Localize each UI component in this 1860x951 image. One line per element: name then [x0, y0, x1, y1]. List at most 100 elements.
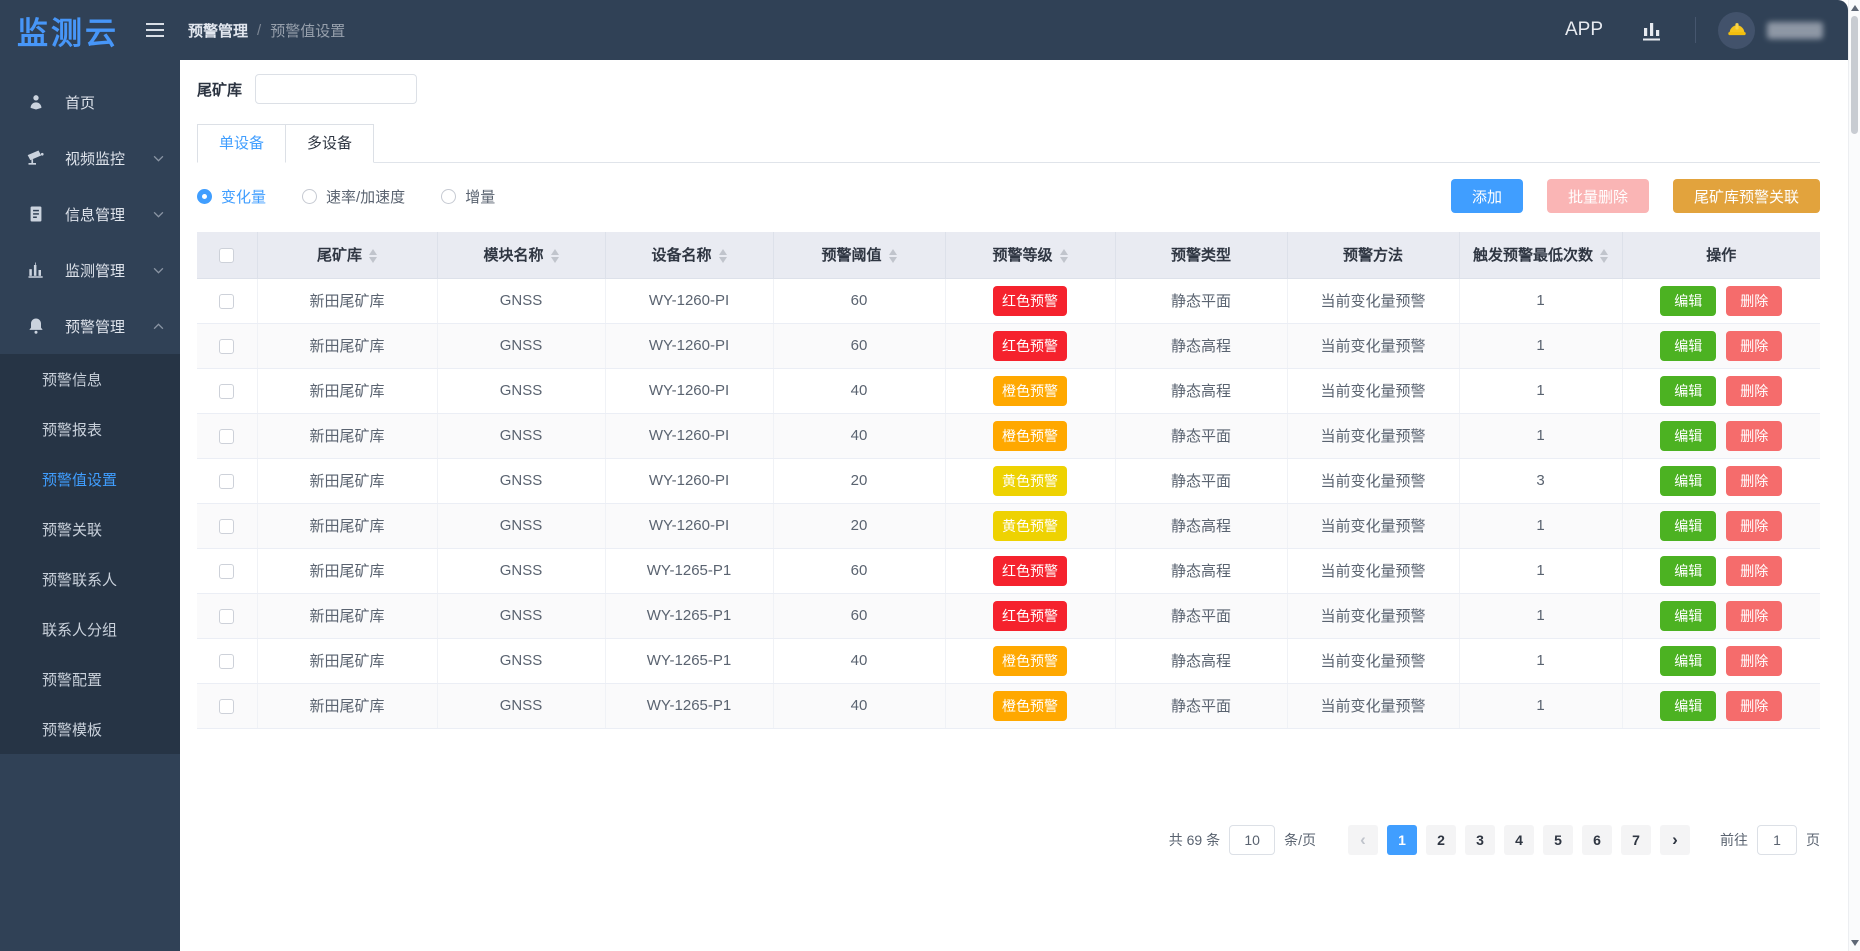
row-checkbox[interactable]	[219, 519, 234, 534]
username-redacted[interactable]	[1767, 22, 1823, 39]
submenu-item-contact-groups[interactable]: 联系人分组	[0, 604, 180, 654]
warning-type-cell: 静态高程	[1115, 368, 1287, 413]
scroll-up-icon[interactable]	[1851, 5, 1859, 11]
submenu-item-warning-contacts[interactable]: 预警联系人	[0, 554, 180, 604]
col-header-warning-level[interactable]: 预警等级	[945, 232, 1115, 278]
submenu-item-label: 预警模板	[42, 719, 102, 740]
radio-rate-acceleration[interactable]: 速率/加速度	[302, 186, 405, 207]
col-header-min-trigger-count[interactable]: 触发预警最低次数	[1459, 232, 1622, 278]
col-header-tailings-pond[interactable]: 尾矿库	[257, 232, 437, 278]
breadcrumb-section[interactable]: 预警管理	[188, 20, 248, 41]
statistics-icon[interactable]	[1641, 19, 1665, 41]
threshold-cell: 20	[773, 503, 945, 548]
goto-page-input[interactable]	[1757, 825, 1797, 855]
row-checkbox[interactable]	[219, 564, 234, 579]
delete-button[interactable]: 删除	[1726, 556, 1782, 586]
scroll-down-icon[interactable]	[1851, 940, 1859, 946]
row-checkbox[interactable]	[219, 339, 234, 354]
device-name-cell: WY-1265-P1	[605, 593, 773, 638]
actions-cell: 编辑删除	[1622, 638, 1820, 683]
page-scrollbar[interactable]	[1848, 0, 1860, 951]
sort-carets-icon[interactable]	[889, 249, 897, 263]
submenu-item-warning-template[interactable]: 预警模板	[0, 704, 180, 754]
delete-button[interactable]: 删除	[1726, 331, 1782, 361]
edit-button[interactable]: 编辑	[1660, 691, 1716, 721]
tailings-pond-cell: 新田尾矿库	[257, 548, 437, 593]
sidebar-item-info-management[interactable]: 信息管理	[0, 186, 180, 242]
sort-carets-icon[interactable]	[551, 249, 559, 263]
add-button[interactable]: 添加	[1451, 179, 1523, 213]
submenu-item-warning-report[interactable]: 预警报表	[0, 404, 180, 454]
warning-method-cell: 当前变化量预警	[1287, 368, 1459, 413]
hamburger-menu-icon[interactable]	[146, 23, 164, 37]
edit-button[interactable]: 编辑	[1660, 556, 1716, 586]
sidebar-item-monitoring-management[interactable]: 监测管理	[0, 242, 180, 298]
tab-multi-device[interactable]: 多设备	[286, 124, 374, 163]
next-page-button[interactable]: ›	[1660, 825, 1690, 855]
warning-type-cell: 静态平面	[1115, 593, 1287, 638]
submenu-item-warning-value-settings[interactable]: 预警值设置	[0, 454, 180, 504]
row-checkbox[interactable]	[219, 609, 234, 624]
warning-level-badge: 橙色预警	[993, 376, 1067, 406]
delete-button[interactable]: 删除	[1726, 691, 1782, 721]
radio-increment[interactable]: 增量	[441, 186, 495, 207]
delete-button[interactable]: 删除	[1726, 646, 1782, 676]
edit-button[interactable]: 编辑	[1660, 466, 1716, 496]
edit-button[interactable]: 编辑	[1660, 376, 1716, 406]
row-checkbox[interactable]	[219, 384, 234, 399]
col-header-device-name[interactable]: 设备名称	[605, 232, 773, 278]
delete-button[interactable]: 删除	[1726, 421, 1782, 451]
row-checkbox[interactable]	[219, 429, 234, 444]
row-checkbox[interactable]	[219, 474, 234, 489]
submenu-item-warning-association[interactable]: 预警关联	[0, 504, 180, 554]
page-button-3[interactable]: 3	[1465, 825, 1495, 855]
row-checkbox[interactable]	[219, 294, 234, 309]
tab-single-device[interactable]: 单设备	[197, 124, 286, 163]
sidebar-item-warning-management[interactable]: 预警管理	[0, 298, 180, 354]
col-header-module-name[interactable]: 模块名称	[437, 232, 605, 278]
delete-button[interactable]: 删除	[1726, 466, 1782, 496]
device-tabs: 单设备 多设备	[197, 124, 1820, 163]
edit-button[interactable]: 编辑	[1660, 286, 1716, 316]
batch-delete-button[interactable]: 批量删除	[1547, 179, 1649, 213]
pond-warning-link-button[interactable]: 尾矿库预警关联	[1673, 179, 1820, 213]
radio-change-amount[interactable]: 变化量	[197, 186, 266, 207]
select-all-checkbox[interactable]	[219, 248, 234, 263]
sort-carets-icon[interactable]	[719, 249, 727, 263]
edit-button[interactable]: 编辑	[1660, 421, 1716, 451]
page-button-7[interactable]: 7	[1621, 825, 1651, 855]
scrollbar-thumb[interactable]	[1851, 16, 1858, 134]
row-checkbox[interactable]	[219, 654, 234, 669]
edit-button[interactable]: 编辑	[1660, 646, 1716, 676]
avatar[interactable]	[1718, 12, 1755, 49]
sort-carets-icon[interactable]	[369, 249, 377, 263]
app-link[interactable]: APP	[1565, 19, 1603, 41]
sort-carets-icon[interactable]	[1600, 249, 1608, 263]
delete-button[interactable]: 删除	[1726, 601, 1782, 631]
delete-button[interactable]: 删除	[1726, 376, 1782, 406]
page-button-4[interactable]: 4	[1504, 825, 1534, 855]
submenu-item-warning-info[interactable]: 预警信息	[0, 354, 180, 404]
sidebar-item-home[interactable]: 首页	[0, 74, 180, 130]
row-checkbox[interactable]	[219, 699, 234, 714]
actions-cell: 编辑删除	[1622, 548, 1820, 593]
edit-button[interactable]: 编辑	[1660, 601, 1716, 631]
page-button-2[interactable]: 2	[1426, 825, 1456, 855]
edit-button[interactable]: 编辑	[1660, 331, 1716, 361]
edit-button[interactable]: 编辑	[1660, 511, 1716, 541]
sort-carets-icon[interactable]	[1060, 249, 1068, 263]
page-size-input[interactable]	[1229, 825, 1275, 855]
page-button-1[interactable]: 1	[1387, 825, 1417, 855]
prev-page-button[interactable]: ‹	[1348, 825, 1378, 855]
tailings-pond-cell: 新田尾矿库	[257, 368, 437, 413]
col-header-threshold[interactable]: 预警阈值	[773, 232, 945, 278]
threshold-cell: 60	[773, 278, 945, 323]
delete-button[interactable]: 删除	[1726, 286, 1782, 316]
warning-level-badge: 橙色预警	[993, 646, 1067, 676]
delete-button[interactable]: 删除	[1726, 511, 1782, 541]
sidebar-item-video-monitoring[interactable]: 视频监控	[0, 130, 180, 186]
page-button-6[interactable]: 6	[1582, 825, 1612, 855]
tailings-pond-filter-input[interactable]	[255, 74, 417, 104]
page-button-5[interactable]: 5	[1543, 825, 1573, 855]
submenu-item-warning-config[interactable]: 预警配置	[0, 654, 180, 704]
